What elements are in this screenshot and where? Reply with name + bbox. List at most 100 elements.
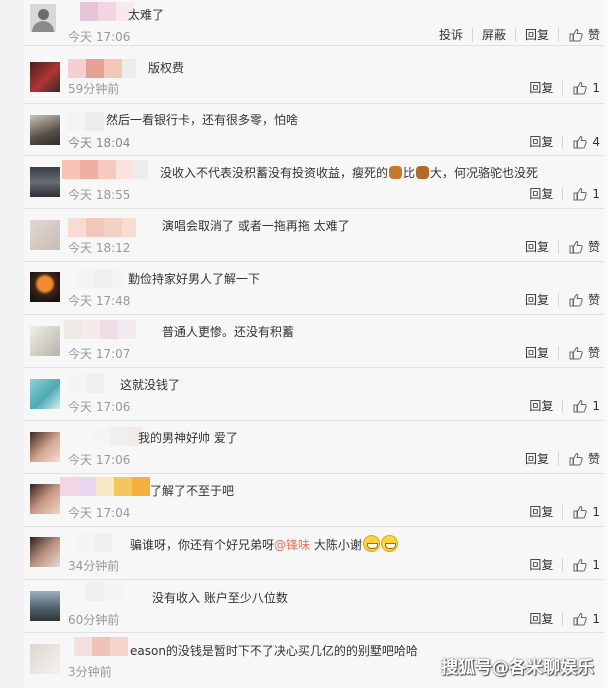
like-button[interactable]: 1 (562, 399, 600, 413)
comment-item: 我的男神好帅 爱了 今天 17:06 回复 赞 (24, 420, 604, 474)
comment-text: 太难了 (128, 8, 165, 22)
username-blurred[interactable] (80, 2, 134, 21)
avatar[interactable] (30, 272, 60, 302)
avatar[interactable] (30, 591, 60, 621)
thumbs-up-icon (573, 135, 588, 149)
comment-text: 然后一看银行卡，还有很多零，怕啥 (106, 113, 299, 127)
like-count: 1 (592, 187, 600, 201)
avatar[interactable] (30, 4, 56, 32)
like-button[interactable]: 1 (562, 187, 600, 201)
username-blurred[interactable] (76, 269, 124, 288)
sohu-watermark: 搜狐号@各米聊娱乐 (441, 658, 594, 678)
comment-time: 今天 18:04 (68, 136, 131, 150)
like-count: 赞 (587, 452, 600, 466)
comment-time: 60分钟前 (68, 613, 120, 627)
comment-actions: 回复 1 (520, 557, 600, 573)
reply-button[interactable]: 回复 (520, 135, 562, 149)
like-button[interactable]: 4 (562, 135, 600, 149)
avatar[interactable] (30, 167, 60, 197)
avatar[interactable] (30, 379, 60, 409)
avatar[interactable] (30, 62, 60, 92)
reply-button[interactable]: 回复 (520, 558, 562, 572)
thumbs-up-icon (569, 452, 583, 466)
comment-item: 太难了 今天 17:06 投诉 屏蔽 回复 赞 (24, 0, 604, 46)
username-blurred[interactable] (76, 533, 112, 552)
username-blurred[interactable] (68, 218, 136, 237)
thumbs-up-icon (569, 346, 583, 360)
username-blurred[interactable] (74, 637, 128, 656)
thumbs-up-icon (573, 81, 588, 95)
like-button[interactable]: 赞 (557, 293, 600, 307)
like-count: 赞 (587, 293, 600, 307)
thumbs-up-icon (569, 293, 583, 307)
comment-item: 没有收入 账户至少八位数 60分钟前 回复 1 (24, 579, 604, 633)
report-button[interactable]: 投诉 (430, 28, 472, 42)
reply-button[interactable]: 回复 (516, 240, 558, 254)
comment-time: 今天 17:48 (68, 294, 131, 308)
reply-button[interactable]: 回复 (516, 452, 558, 466)
reply-button[interactable]: 回复 (516, 346, 558, 360)
reply-button[interactable]: 回复 (516, 293, 558, 307)
thumbs-up-icon (569, 240, 583, 254)
username-blurred[interactable] (92, 427, 142, 446)
reply-button[interactable]: 回复 (520, 81, 562, 95)
reply-button[interactable]: 回复 (514, 28, 558, 42)
like-button[interactable]: 赞 (557, 346, 600, 360)
like-button[interactable]: 1 (562, 81, 600, 95)
comment-time: 今天 17:04 (68, 506, 131, 520)
like-count: 1 (592, 81, 600, 95)
like-button[interactable]: 1 (562, 558, 600, 572)
username-blurred[interactable] (68, 59, 136, 78)
comment-text: 这就没钱了 (120, 378, 181, 392)
avatar[interactable] (30, 326, 60, 356)
comment-text: 我的男神好帅 爱了 (138, 431, 238, 445)
reply-button[interactable]: 回复 (520, 612, 562, 626)
username-blurred[interactable] (68, 374, 104, 393)
comment-actions: 回复 4 (520, 134, 600, 150)
comment-actions: 回复 赞 (516, 239, 600, 255)
like-button[interactable]: 1 (562, 505, 600, 519)
like-button[interactable]: 赞 (557, 28, 600, 42)
comment-item: 骗谁呀，你还有个好兄弟呀@锋味 大陈小谢 34分钟前 回复 1 (24, 526, 604, 580)
like-count: 4 (592, 135, 600, 149)
thumbs-up-icon (573, 399, 588, 413)
comment-item: 没收入不代表没积蓄没有投资收益，瘦死的比大，何况骆驼也没死 今天 18:55 回… (24, 155, 604, 209)
mention-link[interactable]: @锋味 (274, 538, 310, 552)
like-button[interactable]: 1 (562, 612, 600, 626)
grin-emoji-icon (380, 535, 398, 552)
thumbs-up-icon (573, 558, 588, 572)
avatar[interactable] (30, 115, 60, 145)
like-button[interactable]: 赞 (557, 240, 600, 254)
comment-item: 这就没钱了 今天 17:06 回复 1 (24, 367, 604, 421)
username-blurred[interactable] (64, 320, 136, 339)
avatar[interactable] (30, 432, 60, 462)
comment-text: 普通人更惨。还没有积蓄 (162, 325, 295, 339)
username-blurred[interactable] (62, 160, 148, 179)
avatar[interactable] (30, 220, 60, 250)
comment-actions: 回复 1 (520, 504, 600, 520)
comment-text: 没收入不代表没积蓄没有投资收益，瘦死的比大，何况骆驼也没死 (160, 164, 538, 181)
block-button[interactable]: 屏蔽 (471, 28, 515, 42)
username-blurred[interactable] (68, 112, 104, 131)
comment-time: 59分钟前 (68, 82, 120, 96)
like-count: 1 (592, 505, 600, 519)
comment-text-part: 比 (403, 166, 416, 180)
comment-text-part: 没收入不代表没积蓄没有投资收益，瘦死的 (160, 166, 389, 180)
username-blurred[interactable] (68, 582, 122, 601)
avatar[interactable] (30, 644, 60, 674)
comment-time: 今天 17:06 (68, 453, 131, 467)
comment-text-part: 骗谁呀，你还有个好兄弟呀 (130, 538, 275, 552)
reply-button[interactable]: 回复 (520, 399, 562, 413)
like-button[interactable]: 赞 (557, 452, 600, 466)
comment-text: 版权费 (148, 61, 185, 75)
avatar[interactable] (30, 484, 60, 514)
reply-button[interactable]: 回复 (520, 505, 562, 519)
avatar[interactable] (30, 537, 60, 567)
comment-time: 今天 17:07 (68, 347, 131, 361)
dog-emoji-icon (389, 166, 403, 179)
reply-button[interactable]: 回复 (520, 187, 562, 201)
thumbs-up-icon (573, 505, 588, 519)
like-count: 1 (592, 558, 600, 572)
username-blurred[interactable] (60, 477, 150, 496)
comment-actions: 投诉 屏蔽 回复 赞 (430, 27, 600, 43)
